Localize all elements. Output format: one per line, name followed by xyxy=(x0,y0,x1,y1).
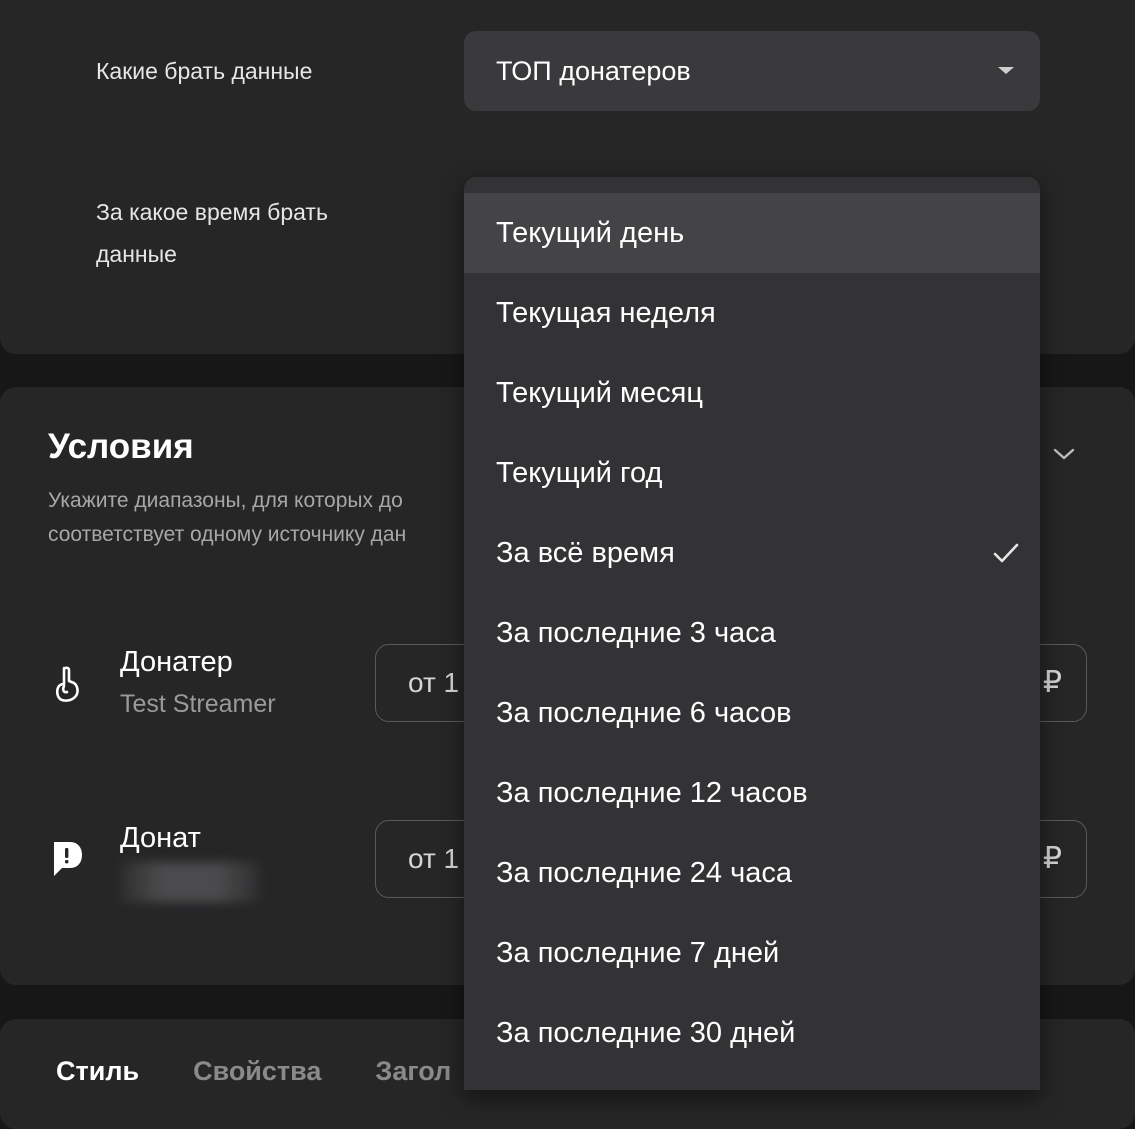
menu-option-selected[interactable]: За всё время xyxy=(464,513,1040,593)
menu-option[interactable]: За последние 6 часов xyxy=(464,673,1040,753)
tab-headers[interactable]: Загол xyxy=(375,1056,451,1087)
menu-option-label: За всё время xyxy=(496,537,675,569)
tab-style[interactable]: Стиль xyxy=(56,1056,139,1087)
menu-option-label: За последние 24 часа xyxy=(496,857,792,889)
row-subtitle-donater: Test Streamer xyxy=(120,690,276,718)
hand-gesture-icon xyxy=(55,666,79,702)
period-dropdown-menu: Текущий день Текущая неделя Текущий меся… xyxy=(464,177,1040,1090)
data-source-label: Какие брать данные xyxy=(96,58,313,84)
menu-option[interactable]: Текущая неделя xyxy=(464,273,1040,353)
period-label-line1: За какое время брать xyxy=(96,199,328,225)
currency-symbol: ₽ xyxy=(1042,842,1062,875)
checkmark-icon xyxy=(993,543,1019,563)
range-prefix: от 1 xyxy=(408,843,460,874)
menu-option[interactable]: За последние 3 часа xyxy=(464,593,1040,673)
menu-option-label: Текущий день xyxy=(496,217,685,249)
menu-option-label: Текущий год xyxy=(496,457,663,489)
menu-option-label: Текущий месяц xyxy=(496,377,703,409)
menu-option[interactable]: Текущий день xyxy=(464,193,1040,273)
period-label-line2: данные xyxy=(96,241,177,267)
conditions-title: Условия xyxy=(48,427,194,466)
menu-option[interactable]: Текущий месяц xyxy=(464,353,1040,433)
caret-down-icon xyxy=(998,67,1014,74)
menu-option-label: За последние 30 дней xyxy=(496,1017,796,1049)
donation-logo-icon xyxy=(54,842,82,876)
row-subtitle-donat-blurred xyxy=(120,862,260,902)
range-prefix: от 1 xyxy=(408,667,460,698)
menu-option[interactable]: За последние 24 часа xyxy=(464,833,1040,913)
row-title-donater: Донатер xyxy=(120,646,233,678)
data-source-select[interactable]: ТОП донатеров xyxy=(464,31,1040,111)
menu-option[interactable]: За последние 30 дней xyxy=(464,993,1040,1073)
menu-option[interactable]: Текущий год xyxy=(464,433,1040,513)
row-title-donat: Донат xyxy=(120,822,201,854)
menu-option-label: За последние 7 дней xyxy=(496,937,780,969)
menu-option-label: За последние 6 часов xyxy=(496,697,792,729)
menu-option-label: За последние 3 часа xyxy=(496,617,776,649)
menu-option-label: За последние 12 часов xyxy=(496,777,808,809)
tab-bar: Стиль Свойства Загол xyxy=(56,1056,505,1087)
menu-option[interactable]: За последние 7 дней xyxy=(464,913,1040,993)
data-source-value: ТОП донатеров xyxy=(496,55,691,86)
currency-symbol: ₽ xyxy=(1042,666,1062,699)
menu-option-label: Текущая неделя xyxy=(496,297,716,329)
menu-option[interactable]: За последние 12 часов xyxy=(464,753,1040,833)
period-label: За какое время брать данные xyxy=(96,191,328,275)
chevron-down-icon[interactable] xyxy=(1052,442,1076,466)
tab-properties[interactable]: Свойства xyxy=(193,1056,321,1087)
